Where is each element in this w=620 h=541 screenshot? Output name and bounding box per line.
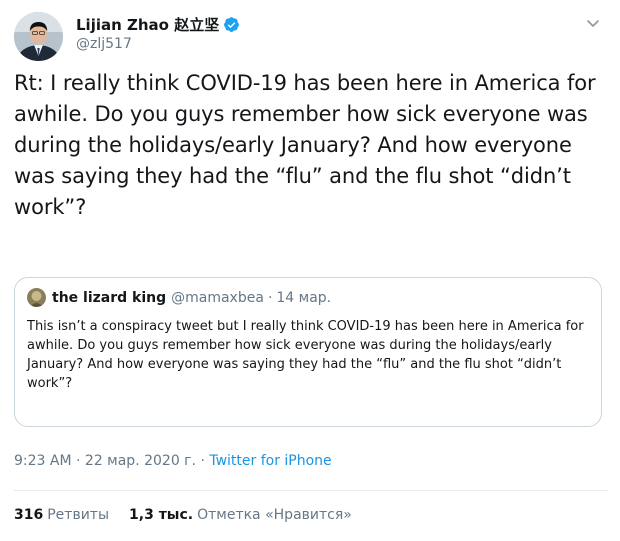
author-block: Lijian Zhao 赵立坚 @zlj517	[76, 13, 580, 52]
chevron-down-icon[interactable]	[584, 14, 602, 32]
quoted-tweet[interactable]: the lizard king @mamaxbea · 14 мар. This…	[14, 277, 602, 427]
quoted-author-name: the lizard king	[52, 289, 167, 306]
author-name-row: Lijian Zhao 赵立坚	[76, 13, 580, 35]
quoted-separator: ·	[267, 289, 273, 306]
verified-badge-icon	[223, 16, 240, 33]
quoted-tweet-header: the lizard king @mamaxbea · 14 мар.	[27, 288, 331, 307]
tweet-time[interactable]: 9:23 AM	[14, 453, 72, 469]
retweets-label: Ретвиты	[47, 507, 110, 523]
author-avatar-image	[14, 12, 63, 61]
author-handle[interactable]: @zlj517	[76, 36, 580, 52]
stats-divider	[14, 490, 608, 491]
tweet-text: Rt: I really think COVID-19 has been her…	[14, 71, 596, 219]
tweet-meta: 9:23 AM · 22 мар. 2020 г. · Twitter for …	[14, 453, 332, 469]
quoted-date: 14 мар.	[276, 289, 332, 306]
tweet-card: Lijian Zhao 赵立坚 @zlj517 Rt: I really thi…	[0, 0, 620, 541]
meta-separator-2: ·	[200, 453, 205, 469]
likes-label: Отметка «Нравится»	[197, 507, 352, 523]
likes-count: 1,3 тыс.	[129, 507, 194, 523]
quoted-author-avatar	[27, 288, 46, 307]
retweets-count: 316	[14, 507, 44, 523]
retweets-stat[interactable]: 316 Ретвиты	[14, 507, 109, 523]
quoted-author-handle: @mamaxbea	[171, 289, 264, 306]
meta-separator: ·	[76, 453, 81, 469]
author-display-name[interactable]: Lijian Zhao 赵立坚	[76, 14, 219, 35]
tweet-date[interactable]: 22 мар. 2020 г.	[85, 453, 196, 469]
quoted-tweet-text: This isn’t a conspiracy tweet but I real…	[27, 319, 584, 391]
likes-stat[interactable]: 1,3 тыс. Отметка «Нравится»	[129, 507, 352, 523]
author-avatar[interactable]	[14, 12, 63, 61]
tweet-source-link[interactable]: Twitter for iPhone	[209, 453, 331, 469]
tweet-stats: 316 Ретвиты 1,3 тыс. Отметка «Нравится»	[14, 507, 372, 523]
